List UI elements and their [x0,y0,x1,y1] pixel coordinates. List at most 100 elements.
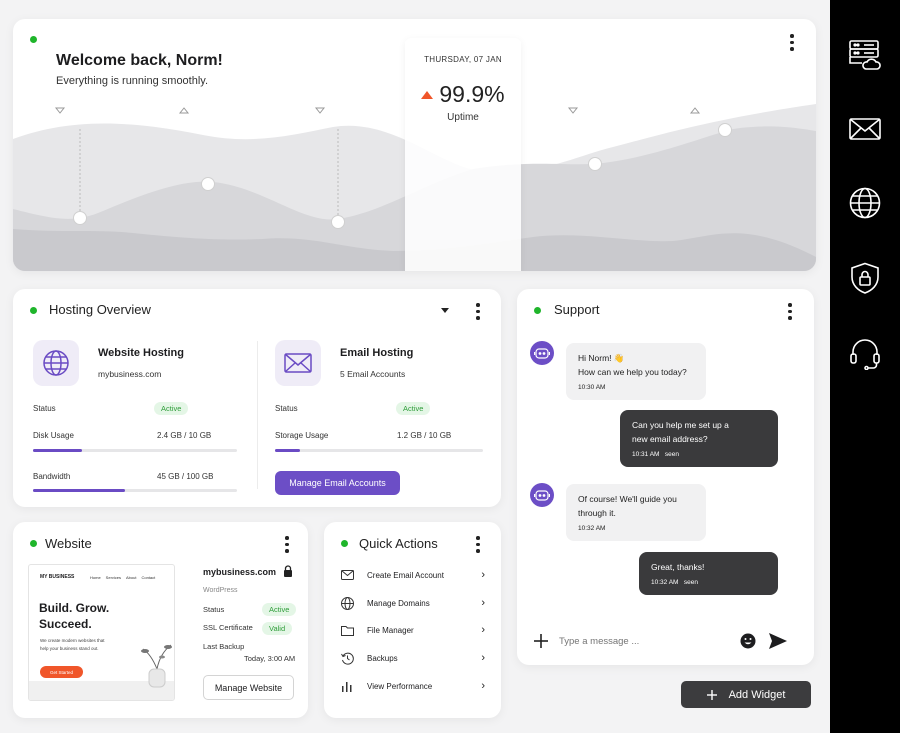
quick-action-view-performance[interactable]: View Performance › [340,676,485,696]
envelope-icon [284,353,312,373]
website-preview[interactable]: MY BUSINESS Home Services About Contact … [28,564,175,701]
preview-nav-item: About [126,575,137,580]
message-text: through it. [578,508,616,518]
welcome-subtitle: Everything is running smoothly. [56,75,209,87]
message-time: 10:32 AM [578,525,606,532]
hosting-menu-icon[interactable] [476,303,480,320]
chevron-right-icon: › [481,624,485,636]
website-domain: mybusiness.com [203,567,277,577]
support-card: Support Hi Norm! 👋 How can we help you t… [517,289,814,665]
website-status-label: Status [33,404,56,413]
preview-body-1: We create modern websites that [40,638,105,643]
status-dot [341,540,348,547]
preview-nav-item: Contact [141,575,156,580]
chat-message-user: Can you help me set up a new email addre… [620,410,778,467]
message-seen: seen [683,579,698,586]
ssl-badge: Valid [262,622,293,635]
uptime-value: 99.9% [439,81,505,107]
add-widget-label: Add Widget [728,688,786,701]
chevron-down-icon[interactable] [441,308,449,313]
message-input[interactable] [559,632,729,650]
status-dot [30,307,37,314]
hero-card: Welcome back, Norm! Everything is runnin… [13,19,816,271]
status-dot [30,540,37,547]
message-text: new email address? [632,434,708,444]
website-hosting-name: Website Hosting [98,347,184,359]
chevron-right-icon: › [481,597,485,609]
quick-action-manage-domains[interactable]: Manage Domains › [340,593,485,613]
manage-email-accounts-button[interactable]: Manage Email Accounts [275,471,400,495]
status-dot [30,36,37,43]
chat-message-user: Great, thanks! 10:32 AM seen [639,552,778,595]
server-cloud-icon[interactable] [849,39,881,71]
website-platform: WordPress [203,587,238,594]
storage-usage-label: Storage Usage [275,431,329,440]
manage-website-button[interactable]: Manage Website [203,675,294,700]
hosting-title: Hosting Overview [49,302,151,317]
website-status-label: Status [203,605,225,614]
disk-usage-fill [33,449,82,452]
bandwidth-value: 45 GB / 100 GB [157,472,214,481]
bot-avatar [530,483,554,507]
status-dot [534,307,541,314]
folder-icon [340,623,354,637]
last-backup-value: Today, 3:00 AM [244,654,296,663]
divider [257,341,258,489]
hero-menu-icon[interactable] [790,34,794,51]
quick-action-backups[interactable]: Backups › [340,648,485,668]
email-status-badge: Active [396,402,431,415]
quick-action-file-manager[interactable]: File Manager › [340,620,485,640]
quick-action-create-email[interactable]: Create Email Account › [340,565,485,585]
website-menu-icon[interactable] [285,536,289,553]
emoji-icon[interactable] [740,633,756,649]
ssl-label: SSL Certificate [203,623,253,632]
message-time: 10:32 AM [651,579,679,586]
bandwidth-bar [33,489,237,492]
globe-icon [43,350,69,376]
email-hosting-name: Email Hosting [340,347,414,359]
chart-point [588,157,602,171]
chart-point [331,215,345,229]
security-shield-icon[interactable] [849,262,881,294]
message-text: How can we help you today? [578,367,687,377]
envelope-icon [340,568,354,582]
disk-usage-bar [33,449,237,452]
send-icon[interactable] [769,633,787,649]
uptime-date: THURSDAY, 07 JAN [424,55,502,64]
website-hosting-icon-box [33,340,79,386]
quick-action-label: Backups [367,653,398,663]
preview-headline-1: Build. Grow. [39,601,110,615]
support-menu-icon[interactable] [788,303,792,320]
website-status-badge: Active [262,603,297,616]
website-status-badge: Active [154,402,189,415]
support-title: Support [554,302,600,317]
headset-icon[interactable] [849,338,881,370]
website-title: Website [45,536,92,551]
last-backup-label: Last Backup [203,642,245,651]
chevron-right-icon: › [481,680,485,692]
chevron-right-icon: › [481,569,485,581]
quick-actions-title: Quick Actions [359,536,438,551]
mail-icon[interactable] [849,113,881,145]
attach-plus-icon[interactable] [534,634,548,648]
chart-point [73,211,87,225]
plant-vase-image [141,644,172,688]
chat-message-bot: Of course! We'll guide you through it. 1… [566,484,706,541]
chat-message-bot: Hi Norm! 👋 How can we help you today? 10… [566,343,706,400]
quick-actions-card: Quick Actions Create Email Account › Man… [324,522,501,718]
quick-actions-menu-icon[interactable] [476,536,480,553]
bandwidth-label: Bandwidth [33,472,71,481]
preview-nav-item: Home [90,575,101,580]
quick-action-label: View Performance [367,681,433,691]
preview-cta-button: Get Started [40,666,83,678]
quick-action-label: Create Email Account [367,570,444,580]
storage-usage-bar [275,449,483,452]
email-hosting-icon-box [275,340,321,386]
message-time: 10:31 AM [632,451,660,458]
globe-icon[interactable] [849,187,881,219]
lock-icon [284,565,292,577]
add-widget-button[interactable]: Add Widget [681,681,811,708]
disk-usage-label: Disk Usage [33,431,74,440]
bot-avatar [530,341,554,365]
message-text: Can you help me set up a [632,420,729,430]
